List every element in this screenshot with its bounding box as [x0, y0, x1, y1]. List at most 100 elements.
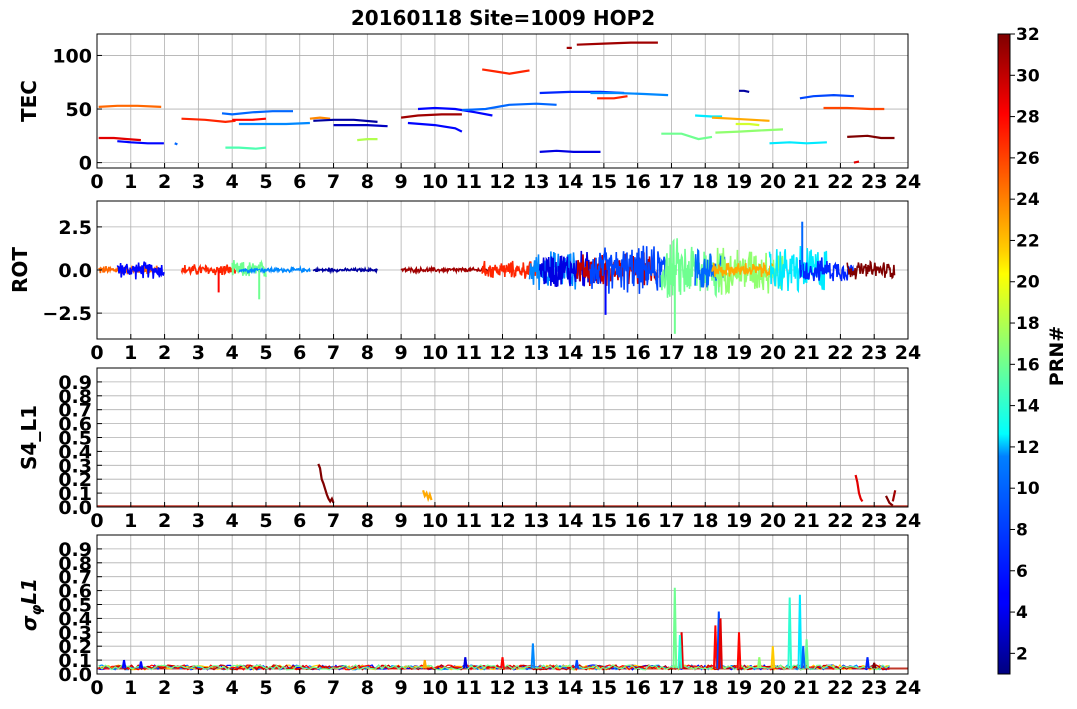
x-tick-label: 7 [327, 171, 340, 193]
colorbar-tick-label: 8 [1016, 520, 1028, 540]
x-tick-label: 16 [624, 171, 650, 193]
x-tick-label: 5 [259, 510, 272, 532]
x-tick-label: 20 [760, 342, 786, 364]
x-tick-label: 20 [760, 510, 786, 532]
x-tick-label: 16 [624, 677, 650, 699]
x-tick-label: 2 [158, 342, 171, 364]
x-tick-label: 5 [259, 171, 272, 193]
x-tick-label: 16 [624, 510, 650, 532]
series-line [174, 142, 178, 146]
x-tick-label: 19 [726, 677, 752, 699]
colorbar-tick-label: 4 [1016, 603, 1028, 623]
panels: 0 1 2 3 4 5 6 7 8 9 10 11 12 13 14 15 16 17 18 19 20 21 22 23 24… [8, 33, 921, 699]
x-tick-label: 17 [658, 342, 684, 364]
colorbar-tick-label: 30 [1016, 66, 1040, 86]
panel-2: 0 1 2 3 4 5 6 7 8 9 10 11 12 13 14 15 16 17 18 19 20 21 22 23 24… [8, 200, 921, 364]
x-tick-label: 0 [90, 677, 103, 699]
x-tick-label: 12 [489, 171, 515, 193]
x-tick-label: 20 [760, 171, 786, 193]
chart-title: 20160118 Site=1009 HOP2 [351, 6, 655, 30]
y-axis-label: S4_L1 [17, 405, 41, 470]
x-tick-label: 18 [692, 510, 718, 532]
x-tick-label: 7 [327, 677, 340, 699]
x-tick-label: 17 [658, 677, 684, 699]
series-line [539, 149, 601, 153]
y-axis-label-phi: φ [29, 605, 45, 616]
x-tick-label: 21 [793, 677, 819, 699]
x-tick-label: 7 [327, 510, 340, 532]
x-tick-label: 12 [489, 510, 515, 532]
x-tick-label: 11 [455, 510, 481, 532]
x-tick-label: 4 [226, 510, 239, 532]
y-tick-label: 0 [79, 153, 92, 175]
colorbar-tick-label: 16 [1016, 355, 1040, 375]
x-tick-label: 9 [395, 342, 408, 364]
x-tick-label: 22 [827, 510, 853, 532]
x-tick-label: 9 [395, 171, 408, 193]
x-tick-label: 18 [692, 342, 718, 364]
x-tick-label: 10 [422, 171, 448, 193]
x-tick-label: 18 [692, 171, 718, 193]
panel-4: 0 1 2 3 4 5 6 7 8 9 10 11 12 13 14 15 16 17 18 19 20 21 22 23 24… [17, 534, 921, 699]
x-tick-label: 12 [489, 677, 515, 699]
panel-3: 0 1 2 3 4 5 6 7 8 9 10 11 12 13 14 15 16 17 18 19 20 21 22 23 24… [17, 367, 921, 532]
x-tick-label: 22 [827, 677, 853, 699]
x-tick-label: 10 [422, 342, 448, 364]
x-tick-label: 2 [158, 171, 171, 193]
colorbar-tick-label: 20 [1016, 273, 1040, 293]
colorbar-tick-label: 18 [1016, 314, 1040, 334]
x-tick-label: 17 [658, 510, 684, 532]
series-line [739, 89, 750, 93]
y-axis-label-l1: L1 [17, 578, 41, 605]
x-tick-label: 24 [895, 342, 921, 364]
x-tick-label: 4 [226, 171, 239, 193]
x-tick-label: 19 [726, 510, 752, 532]
x-tick-label: 23 [861, 677, 887, 699]
y-tick-label: 50 [66, 99, 92, 121]
series-line [357, 138, 378, 142]
y-tick-label: 2.5 [58, 217, 92, 239]
colorbar-tick-label: 14 [1016, 397, 1040, 417]
x-tick-label: 8 [361, 171, 374, 193]
x-tick-label: 15 [591, 171, 617, 193]
colorbar-tick-label: 24 [1016, 190, 1040, 210]
y-tick-label: 100 [52, 45, 92, 67]
series-line [309, 116, 331, 120]
x-tick-label: 5 [259, 342, 272, 364]
x-tick-label: 19 [726, 342, 752, 364]
x-tick-label: 5 [259, 677, 272, 699]
x-tick-label: 3 [192, 171, 205, 193]
x-tick-label: 15 [591, 677, 617, 699]
x-tick-label: 3 [192, 342, 205, 364]
x-tick-label: 22 [827, 171, 853, 193]
x-tick-label: 1 [124, 342, 137, 364]
series-line [333, 123, 388, 128]
y-axis-label: ROT [8, 247, 32, 293]
series-line [225, 146, 267, 150]
x-tick-label: 7 [327, 342, 340, 364]
series-line [695, 114, 723, 118]
x-tick-label: 22 [827, 342, 853, 364]
x-tick-label: 2 [158, 510, 171, 532]
x-tick-label: 0 [90, 171, 103, 193]
colorbar-tick-label: 26 [1016, 149, 1040, 169]
x-tick-label: 15 [591, 510, 617, 532]
x-tick-label: 6 [293, 171, 306, 193]
x-tick-label: 13 [523, 510, 549, 532]
x-tick-label: 21 [793, 171, 819, 193]
colorbar-tick-label: 28 [1016, 108, 1040, 128]
x-tick-label: 23 [861, 510, 887, 532]
y-axis-label-sigma: σ [17, 615, 41, 631]
x-tick-label: 1 [124, 677, 137, 699]
x-tick-label: 13 [523, 677, 549, 699]
figure: 20160118 Site=1009 HOP2 0 1 2 3 4 5 6 7 8 9 10 11 12… [8, 6, 1068, 699]
x-tick-label: 21 [793, 510, 819, 532]
y-tick-label: 0.9 [58, 372, 92, 394]
x-tick-label: 0 [90, 342, 103, 364]
x-tick-label: 10 [422, 510, 448, 532]
x-tick-label: 8 [361, 510, 374, 532]
x-tick-label: 3 [192, 677, 205, 699]
x-tick-label: 0 [90, 510, 103, 532]
x-tick-label: 9 [395, 677, 408, 699]
x-tick-label: 4 [226, 677, 239, 699]
